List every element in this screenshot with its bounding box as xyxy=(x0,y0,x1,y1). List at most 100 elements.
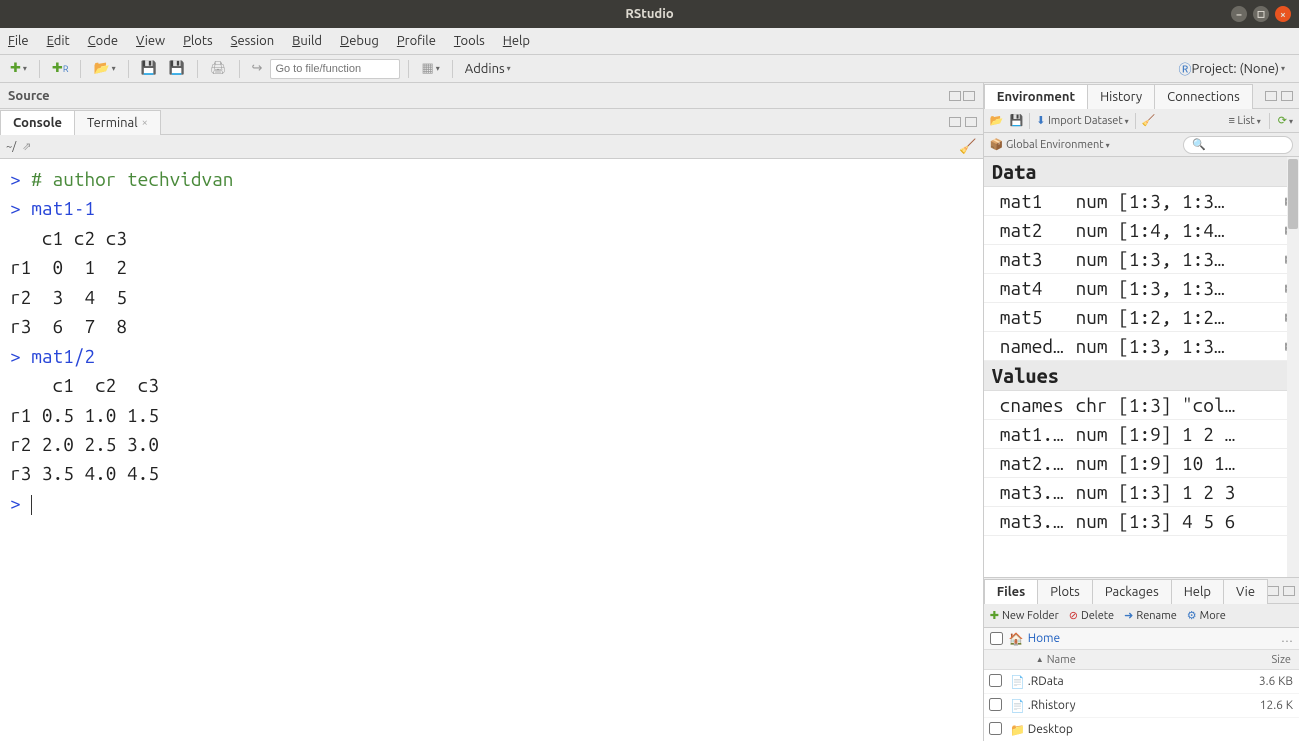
tab-console[interactable]: Console xyxy=(0,110,75,135)
file-row[interactable]: 📁Desktop xyxy=(984,718,1299,741)
window-maximize-button[interactable]: ◻ xyxy=(1253,6,1269,22)
folder-icon: 📁 xyxy=(1008,723,1028,737)
pane-layout-icon[interactable] xyxy=(1265,91,1277,101)
tab-terminal[interactable]: Terminal× xyxy=(74,110,161,135)
menu-tools[interactable]: Tools xyxy=(454,34,485,48)
rename-button[interactable]: ➜Rename xyxy=(1124,609,1177,622)
delete-button[interactable]: ⊘Delete xyxy=(1069,609,1114,622)
clear-objects-icon[interactable]: 🧹 xyxy=(1142,114,1156,127)
tab-files[interactable]: Files xyxy=(984,579,1038,604)
clear-console-icon[interactable]: 🧹 xyxy=(959,138,976,155)
grid-button[interactable]: ▦▾ xyxy=(417,59,443,78)
menu-plots[interactable]: Plots xyxy=(183,34,213,48)
env-row[interactable]: mat5num [1:2, 1:2…▦ xyxy=(984,303,1299,332)
new-folder-button[interactable]: ✚New Folder xyxy=(990,609,1059,622)
save-button[interactable]: 💾 xyxy=(137,59,161,78)
save-all-button[interactable]: 💾 xyxy=(165,59,189,78)
window-close-button[interactable]: × xyxy=(1275,6,1291,22)
pane-maximize-icon[interactable] xyxy=(1281,91,1293,101)
menu-profile[interactable]: Profile xyxy=(397,34,436,48)
tab-connections[interactable]: Connections xyxy=(1154,84,1253,109)
file-name: .Rhistory xyxy=(1028,699,1251,712)
tab-environment[interactable]: Environment xyxy=(984,84,1088,109)
scrollbar-thumb[interactable] xyxy=(1288,159,1298,229)
tab-viewer[interactable]: Vie xyxy=(1223,579,1268,604)
refresh-icon[interactable]: ⟳▾ xyxy=(1278,114,1293,127)
pane-layout-icon[interactable] xyxy=(1267,586,1279,596)
file-row[interactable]: 📄.RData3.6 KB xyxy=(984,670,1299,694)
files-columns-header: ▲Name Size xyxy=(984,650,1299,670)
list-view-button[interactable]: ≡ List▾ xyxy=(1228,115,1260,127)
console-output[interactable]: > # author techvidvan> mat1-1 c1 c2 c3r1… xyxy=(0,159,983,741)
env-row[interactable]: mat1num [1:3, 1:3…▦ xyxy=(984,187,1299,216)
save-workspace-icon[interactable]: 💾 xyxy=(1009,114,1023,127)
home-icon[interactable]: 🏠 xyxy=(1009,632,1024,646)
print-button[interactable]: 🖨 xyxy=(206,59,231,78)
goto-file-input[interactable] xyxy=(270,59,400,79)
select-all-checkbox[interactable] xyxy=(990,632,1003,645)
new-project-button[interactable]: ✚R xyxy=(48,59,73,78)
menu-code[interactable]: Code xyxy=(88,34,118,48)
menu-build[interactable]: Build xyxy=(292,34,322,48)
rdata-icon: 📄 xyxy=(1008,675,1028,689)
file-checkbox[interactable] xyxy=(989,698,1002,711)
files-list[interactable]: 📄.RData3.6 KB📄.Rhistory12.6 K📁Desktop xyxy=(984,670,1299,741)
environment-scope-bar: 📦 Global Environment▾ xyxy=(984,133,1299,157)
env-row[interactable]: mat2num [1:4, 1:4…▦ xyxy=(984,216,1299,245)
goto-icon: ↪ xyxy=(248,59,267,78)
home-link[interactable]: Home xyxy=(1028,632,1060,645)
tab-help[interactable]: Help xyxy=(1171,579,1224,604)
project-menu[interactable]: Ⓡ Project: (None) ▾ xyxy=(1175,57,1289,80)
more-button[interactable]: ⚙More xyxy=(1187,609,1226,622)
tab-packages[interactable]: Packages xyxy=(1092,579,1172,604)
main-toolbar: ✚▾ ✚R 📂▾ 💾 💾 🖨 ↪ ▦▾ Addins▾ Ⓡ Project: (… xyxy=(0,55,1299,83)
file-row[interactable]: 📄.Rhistory12.6 K xyxy=(984,694,1299,718)
environment-search-input[interactable] xyxy=(1183,136,1293,154)
console-popout-icon[interactable]: ⇗ xyxy=(22,140,31,153)
pane-layout-icon[interactable] xyxy=(949,91,961,101)
load-workspace-icon[interactable]: 📂 xyxy=(990,114,1004,127)
tab-plots[interactable]: Plots xyxy=(1037,579,1093,604)
more-path-icon[interactable]: … xyxy=(1281,632,1293,645)
close-icon[interactable]: × xyxy=(142,117,148,129)
pane-layout-icon[interactable] xyxy=(949,117,961,127)
window-titlebar: RStudio – ◻ × xyxy=(0,0,1299,28)
menu-view[interactable]: View xyxy=(136,34,165,48)
console-path: ~/ xyxy=(6,141,16,153)
env-row[interactable]: mat1.…num [1:9] 1 2 … xyxy=(984,420,1299,449)
menu-edit[interactable]: Edit xyxy=(47,34,70,48)
env-row[interactable]: mat4num [1:3, 1:3…▦ xyxy=(984,274,1299,303)
addins-button[interactable]: Addins▾ xyxy=(461,60,515,78)
file-checkbox[interactable] xyxy=(989,674,1002,687)
env-row[interactable]: cnameschr [1:3] "col… xyxy=(984,391,1299,420)
open-file-button[interactable]: 📂▾ xyxy=(89,59,119,78)
import-dataset-button[interactable]: ⬇ Import Dataset▾ xyxy=(1036,114,1129,127)
new-file-button[interactable]: ✚▾ xyxy=(6,59,31,78)
scrollbar[interactable] xyxy=(1287,157,1299,577)
file-checkbox[interactable] xyxy=(989,722,1002,735)
env-row[interactable]: mat2.…num [1:9] 10 1… xyxy=(984,449,1299,478)
rproject-icon: Ⓡ xyxy=(1179,59,1192,78)
menu-file[interactable]: File xyxy=(8,34,29,48)
separator xyxy=(39,60,40,78)
env-row[interactable]: mat3num [1:3, 1:3…▦ xyxy=(984,245,1299,274)
pane-maximize-icon[interactable] xyxy=(963,91,975,101)
col-name-label: Name xyxy=(1047,654,1076,666)
scope-selector[interactable]: 📦 Global Environment▾ xyxy=(990,138,1110,151)
source-pane-header: Source xyxy=(0,83,983,109)
source-pane-title: Source xyxy=(8,89,50,103)
tab-history[interactable]: History xyxy=(1087,84,1155,109)
files-breadcrumb: 🏠 Home … xyxy=(984,628,1299,650)
env-row[interactable]: mat3.…num [1:3] 1 2 3 xyxy=(984,478,1299,507)
col-size-label[interactable]: Size xyxy=(1251,654,1299,666)
pane-maximize-icon[interactable] xyxy=(1283,586,1295,596)
env-row[interactable]: named…num [1:3, 1:3…▦ xyxy=(984,332,1299,361)
menu-session[interactable]: Session xyxy=(231,34,274,48)
window-minimize-button[interactable]: – xyxy=(1231,6,1247,22)
file-icon: 📄 xyxy=(1008,699,1028,713)
env-row[interactable]: mat3.…num [1:3] 4 5 6 xyxy=(984,507,1299,536)
pane-maximize-icon[interactable] xyxy=(965,117,977,127)
menu-debug[interactable]: Debug xyxy=(340,34,379,48)
menu-help[interactable]: Help xyxy=(503,34,530,48)
environment-list[interactable]: Data mat1num [1:3, 1:3…▦mat2num [1:4, 1:… xyxy=(984,157,1299,577)
